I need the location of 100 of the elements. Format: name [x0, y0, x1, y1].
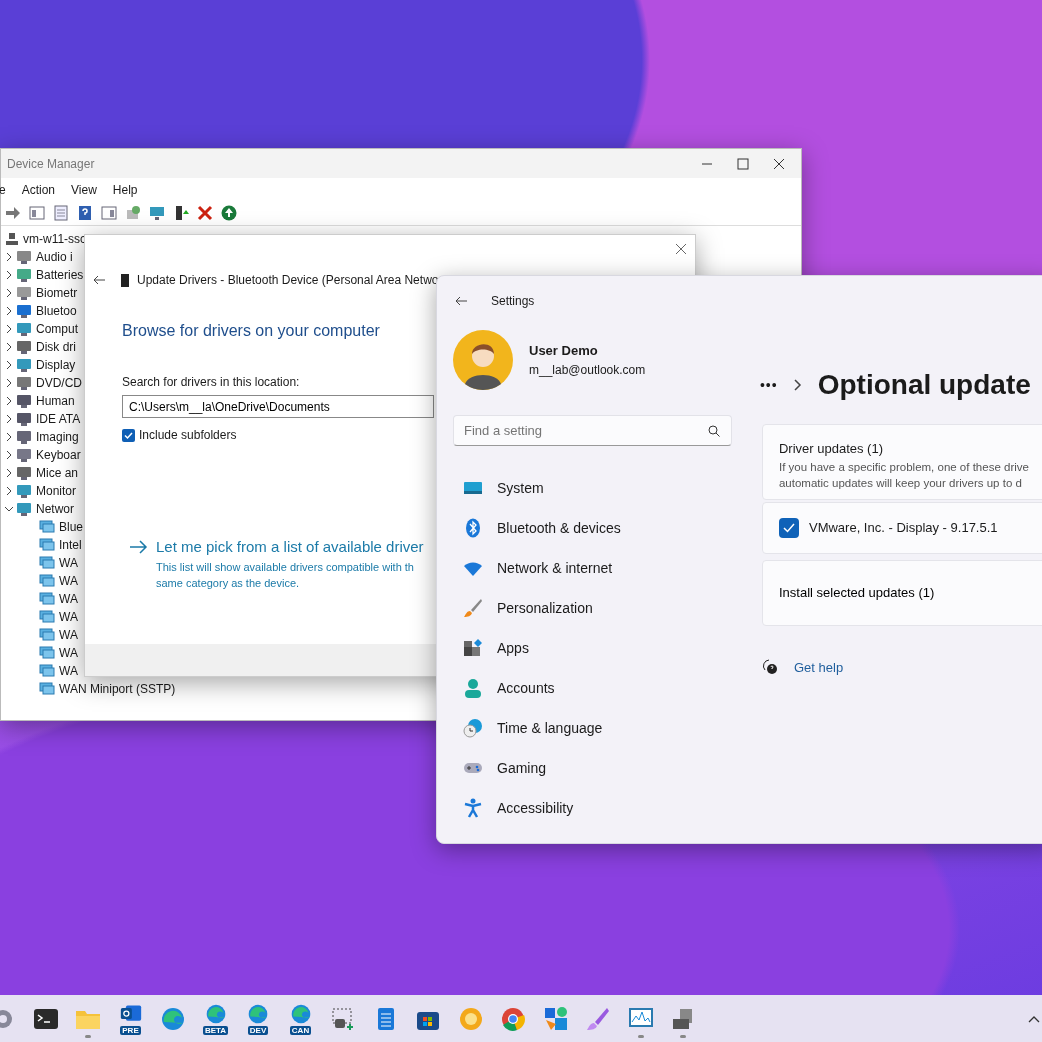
path-field[interactable]: C:\Users\m__la\OneDrive\Documents: [122, 395, 434, 418]
tree-item[interactable]: Blue: [59, 518, 84, 536]
nav-item[interactable]: Gaming: [437, 748, 762, 788]
chevron-up-icon[interactable]: [1028, 1014, 1040, 1023]
back-arrow-icon[interactable]: [455, 296, 467, 306]
tree-item[interactable]: Disk dri: [36, 338, 76, 356]
upload-icon[interactable]: [221, 205, 237, 221]
device-icon: [16, 466, 32, 480]
driver-update-label: VMware, Inc. - Display - 9.17.5.1: [808, 518, 998, 537]
device-icon: [16, 412, 32, 426]
nav-item[interactable]: Time & language: [437, 708, 762, 748]
tree-item[interactable]: Comput: [36, 320, 79, 338]
get-help-link[interactable]: Get help: [793, 657, 844, 677]
pick-driver-link[interactable]: Let me pick from a list of available driver: [156, 536, 424, 559]
nav-item[interactable]: Accounts: [437, 668, 762, 708]
snipping-icon[interactable]: [330, 1005, 356, 1032]
menu-item[interactable]: View: [71, 180, 97, 199]
network-adapter-icon: [39, 664, 55, 678]
chrome-icon[interactable]: [500, 1005, 526, 1032]
tree-item[interactable]: Human: [36, 392, 75, 410]
close-icon[interactable]: [675, 243, 687, 255]
tree-item[interactable]: WA: [59, 554, 78, 572]
nav-item[interactable]: Network & internet: [437, 548, 762, 588]
back-arrow-icon[interactable]: [93, 275, 105, 285]
person-icon: [463, 678, 483, 698]
chevron-icon: [793, 379, 802, 391]
monitor-icon[interactable]: [149, 205, 165, 221]
device-icon: [16, 286, 32, 300]
device-icon: [16, 304, 32, 318]
brush-icon: [463, 598, 483, 618]
arrow-icon[interactable]: [5, 205, 21, 221]
nav-item[interactable]: System: [437, 468, 762, 508]
menu-item[interactable]: e: [0, 180, 6, 199]
nav-item[interactable]: Bluetooth & devices: [437, 508, 762, 548]
network-adapter-icon: [39, 574, 55, 588]
menu-item[interactable]: Help: [112, 180, 138, 199]
checkbox-label: Include subfolders: [139, 427, 237, 444]
device-icon: [16, 430, 32, 444]
more-button[interactable]: •••: [759, 374, 778, 396]
section-description: If you have a specific problem, one of these drive automatic updates will keep your drivers up to d: [778, 459, 1030, 491]
tree-item[interactable]: Batteries: [36, 266, 84, 284]
panel-icon[interactable]: [101, 205, 117, 221]
tree-item[interactable]: Mice an: [36, 464, 79, 482]
nav-item[interactable]: Personalization: [437, 588, 762, 628]
dialog-heading: Browse for drivers on your computer: [122, 321, 381, 341]
tree-item[interactable]: vm-w11-ssc: [23, 230, 87, 248]
edge-icon[interactable]: [289, 1002, 312, 1025]
network-adapter-icon: [39, 556, 55, 570]
tree-item[interactable]: Keyboar: [36, 446, 81, 464]
menu-item[interactable]: Action: [21, 180, 56, 199]
edge-icon[interactable]: [204, 1002, 227, 1025]
network-adapter-icon: [39, 538, 55, 552]
tree-item[interactable]: IDE ATA: [36, 410, 81, 428]
tree-item[interactable]: WA: [59, 662, 78, 680]
network-adapter-icon: [39, 520, 55, 534]
tree-item[interactable]: WA: [59, 644, 78, 662]
app-badge: DEV: [247, 1025, 269, 1035]
tree-item[interactable]: Display: [36, 356, 76, 374]
search-icon: [708, 425, 720, 437]
checkbox[interactable]: [778, 517, 799, 538]
tree-item[interactable]: DVD/CD: [36, 374, 82, 392]
window-title: Settings: [491, 293, 535, 310]
close-icon[interactable]: [773, 157, 785, 170]
network-adapter-icon: [39, 646, 55, 660]
nav-item[interactable]: Accessibility: [437, 788, 762, 828]
tree-item[interactable]: Intel: [59, 536, 82, 554]
dialog-title: Update Drivers - Bluetooth Device (Personal Area Netwo: [137, 272, 439, 289]
tree-item[interactable]: Biometr: [36, 284, 78, 302]
tree-item[interactable]: WA: [59, 590, 78, 608]
tree-item[interactable]: WAN Miniport (SSTP): [59, 680, 176, 698]
apps-icon: [463, 638, 483, 658]
device-icon: [16, 340, 32, 354]
nav-item[interactable]: Apps: [437, 628, 762, 668]
install-updates-button[interactable]: Install selected updates (1): [761, 559, 1042, 626]
search-field[interactable]: Find a setting: [453, 415, 732, 446]
tree-item[interactable]: WA: [59, 572, 78, 590]
link-description: This list will show available drivers compatible with th: [156, 559, 415, 575]
tree-item[interactable]: Imaging: [36, 428, 79, 446]
tree-item[interactable]: Networ: [36, 500, 74, 518]
tree-item[interactable]: Monitor: [36, 482, 76, 500]
device-icon: [16, 358, 32, 372]
link-description: same category as the device.: [156, 575, 301, 591]
device-icon: [16, 322, 32, 336]
driver-icon[interactable]: [173, 205, 189, 221]
delete-icon[interactable]: [197, 205, 213, 221]
panel-icon[interactable]: [29, 205, 45, 221]
user-name: User Demo: [529, 342, 599, 361]
edge-icon[interactable]: [247, 1002, 269, 1025]
tree-item[interactable]: WA: [59, 608, 78, 626]
tree-item[interactable]: WA: [59, 626, 78, 644]
device-icon: [16, 394, 32, 408]
help-icon[interactable]: [77, 205, 93, 221]
tree-item[interactable]: Bluetoo: [36, 302, 77, 320]
accessibility-icon: [463, 798, 483, 818]
tiles-icon[interactable]: [542, 1005, 569, 1032]
edge-icon[interactable]: [160, 1005, 186, 1032]
avatar-icon: [453, 330, 513, 390]
maximize-icon[interactable]: [737, 157, 749, 170]
tree-item[interactable]: Audio i: [36, 248, 73, 266]
checkbox[interactable]: [122, 428, 135, 442]
